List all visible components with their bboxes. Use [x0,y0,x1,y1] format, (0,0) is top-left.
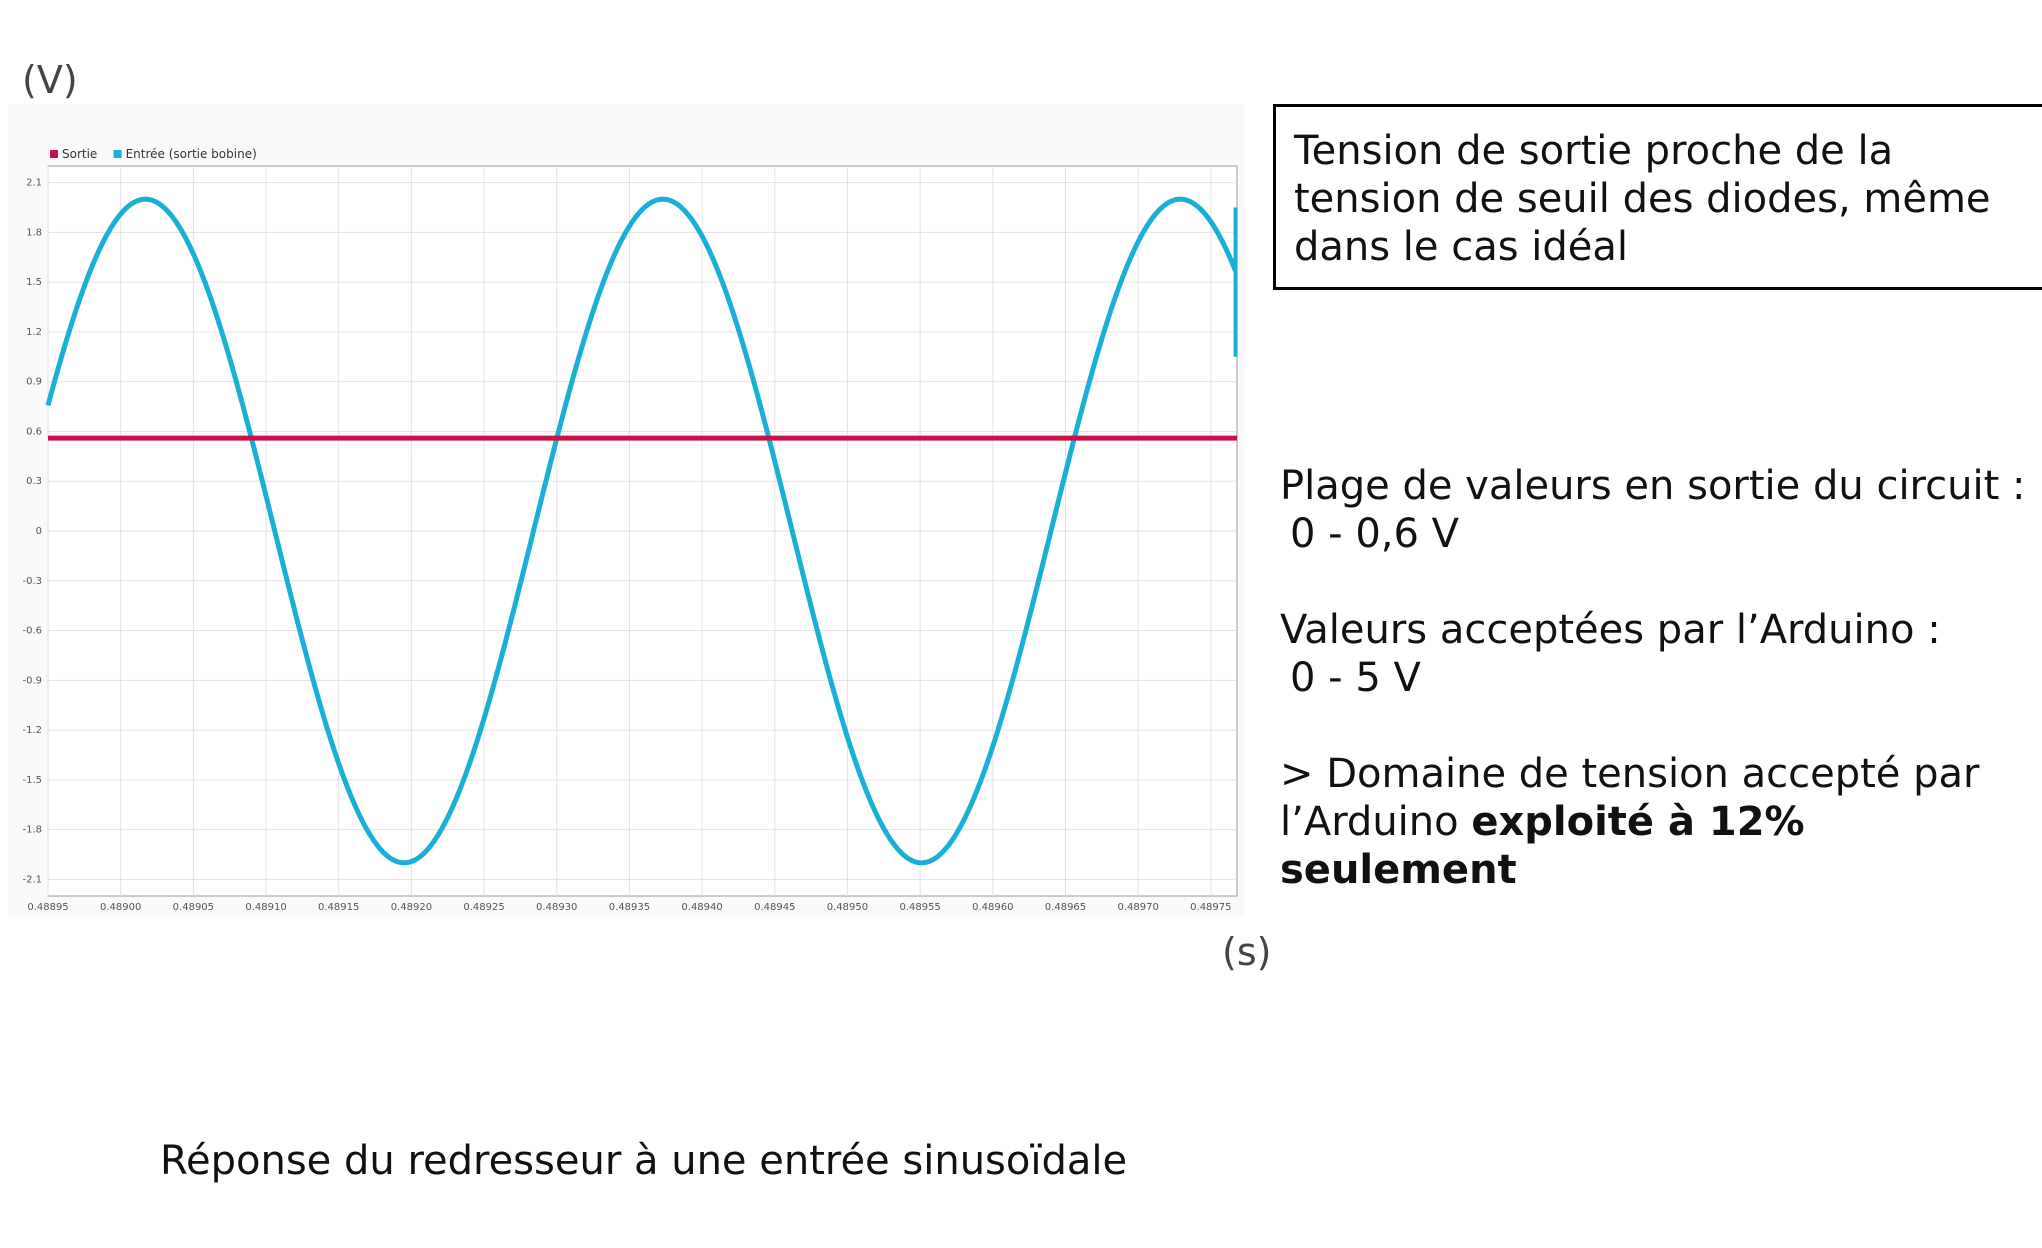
y-tick-label: -1.5 [22,775,42,786]
legend-label: Sortie [62,147,97,161]
chart-svg: Sortie Entrée (sortie bobine) 0.48895 0.48… [22,147,1238,913]
note-box: Tension de sortie proche de la tension d… [1273,104,2042,290]
y-tick-label: -0.9 [22,675,42,686]
legend-swatch [113,150,122,158]
x-tick-label: 0.48975 [1190,902,1231,913]
legend-swatch [50,150,58,158]
caption: Réponse du redresseur à une entrée sinus… [160,1138,1128,1184]
x-tick-label: 0.48930 [536,902,577,913]
x-tick-label: 0.48900 [100,902,141,913]
y-tick-label: 1.5 [26,277,42,288]
conclusion-paragraph: > Domaine de tension accepté par l’Ardui… [1280,750,2040,894]
y-tick-label: -0.3 [22,576,42,587]
y-tick-label: 1.8 [26,227,42,238]
y-tick-label: 2.1 [26,178,42,189]
accepted-label: Valeurs acceptées par l’Arduino : [1280,607,1941,653]
y-tick-label: 1.2 [26,327,42,338]
y-tick-label: -1.2 [22,725,42,736]
y-axis-unit: (V) [22,58,78,102]
x-tick-label: 0.48955 [899,902,940,913]
range-paragraph: Plage de valeurs en sortie du circuit : … [1280,462,2040,558]
x-tick-label: 0.48950 [827,902,868,913]
legend-label: Entrée (sortie bobine) [126,147,257,161]
chart-panel: Sortie Entrée (sortie bobine) 0.48895 0.48… [8,104,1244,916]
y-tick-label: 0 [36,526,42,537]
y-tick-label: 0.9 [26,377,42,388]
y-tick-label: -0.6 [22,626,42,637]
y-tick-label: 0.3 [26,476,42,487]
x-tick-label: 0.48935 [609,902,650,913]
x-tick-label: 0.48945 [754,902,795,913]
x-tick-label: 0.48960 [972,902,1013,913]
info-block: Plage de valeurs en sortie du circuit : … [1280,462,2040,942]
range-value: 0 - 0,6 V [1290,511,1460,557]
x-tick-label: 0.48905 [173,902,214,913]
x-tick-label: 0.48970 [1117,902,1158,913]
chart-legend: Sortie Entrée (sortie bobine) [50,147,257,161]
accepted-value: 0 - 5 V [1290,655,1421,701]
range-label: Plage de valeurs en sortie du circuit : [1280,463,2026,509]
accepted-paragraph: Valeurs acceptées par l’Arduino : 0 - 5 … [1280,606,2040,702]
x-tick-label: 0.48920 [391,902,432,913]
x-tick-label: 0.48940 [681,902,722,913]
x-tick-label: 0.48895 [27,902,68,913]
y-tick-label: -2.1 [22,874,42,885]
x-tick-label: 0.48915 [318,902,359,913]
y-tick-label: -1.8 [22,825,42,836]
x-tick-label: 0.48925 [463,902,504,913]
y-tick-label: 0.6 [26,426,42,437]
x-tick-label: 0.48965 [1045,902,1086,913]
x-tick-label: 0.48910 [245,902,286,913]
x-axis-unit: (s) [1222,930,1272,974]
chart-grid [47,165,1238,897]
